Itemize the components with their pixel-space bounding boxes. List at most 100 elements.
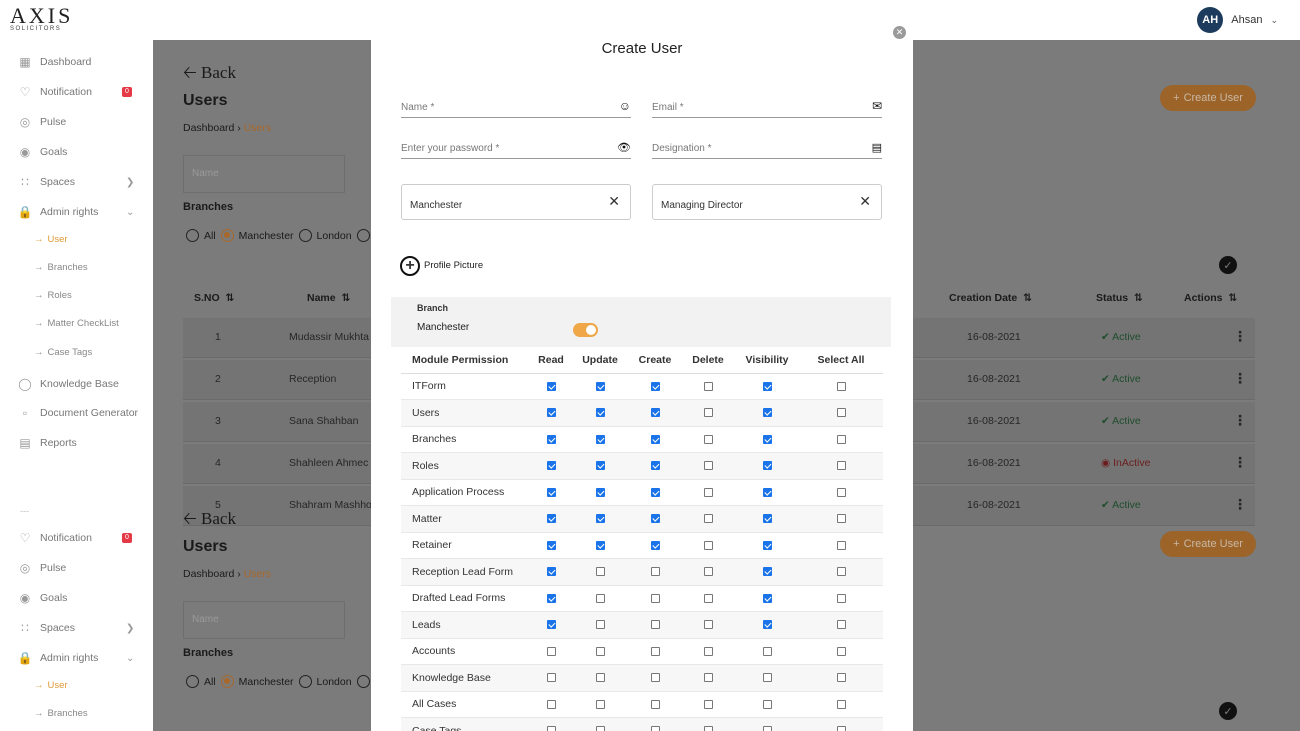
select-all-checkbox[interactable] (836, 567, 846, 577)
update-checkbox[interactable] (595, 461, 605, 471)
create-user-button-2[interactable]: + Create User (1160, 531, 1256, 557)
close-icon[interactable]: ✕ (893, 26, 906, 39)
sidebar-item-goals[interactable]: ◉ Goals (18, 145, 68, 159)
create-checkbox[interactable] (650, 487, 660, 497)
clear-icon[interactable]: ✕ (859, 193, 871, 210)
check-circle-icon[interactable]: ✓ (1219, 256, 1237, 274)
update-checkbox[interactable] (595, 593, 605, 603)
clear-icon[interactable]: ✕ (608, 193, 620, 210)
read-checkbox[interactable] (546, 567, 556, 577)
radio-manchester-2[interactable] (220, 675, 234, 688)
visibility-checkbox[interactable] (762, 567, 772, 577)
select-all-checkbox[interactable] (836, 487, 846, 497)
visibility-checkbox[interactable] (762, 461, 772, 471)
update-checkbox[interactable] (595, 646, 605, 656)
more-vertical-icon[interactable]: ⋮ (1233, 496, 1247, 513)
crumb-home[interactable]: Dashboard (183, 122, 234, 134)
select-all-checkbox[interactable] (836, 593, 846, 603)
profile-picture-label[interactable]: Profile Picture (424, 260, 483, 271)
delete-checkbox[interactable] (703, 487, 713, 497)
read-checkbox[interactable] (546, 381, 556, 391)
select-all-checkbox[interactable] (836, 646, 846, 656)
more-vertical-icon[interactable]: ⋮ (1233, 412, 1247, 429)
read-checkbox[interactable] (546, 646, 556, 656)
visibility-checkbox[interactable] (762, 408, 772, 418)
update-checkbox[interactable] (595, 434, 605, 444)
delete-checkbox[interactable] (703, 461, 713, 471)
sidebar-item-roles[interactable]: → Roles (34, 290, 72, 301)
sidebar-lower-item-user[interactable]: → User (34, 680, 68, 691)
update-checkbox[interactable] (595, 381, 605, 391)
sidebar-item-reports[interactable]: ▤ Reports (18, 436, 76, 450)
visibility-checkbox[interactable] (762, 726, 772, 731)
create-checkbox[interactable] (650, 434, 660, 444)
sidebar-lower-item-notification[interactable]: ♡ Notification 0 (18, 531, 132, 545)
delete-checkbox[interactable] (703, 699, 713, 709)
read-checkbox[interactable] (546, 487, 556, 497)
delete-checkbox[interactable] (703, 540, 713, 550)
read-checkbox[interactable] (546, 540, 556, 550)
create-checkbox[interactable] (650, 540, 660, 550)
delete-checkbox[interactable] (703, 620, 713, 630)
avatar[interactable]: AH (1197, 7, 1224, 33)
delete-checkbox[interactable] (703, 514, 713, 524)
visibility-checkbox[interactable] (762, 434, 772, 444)
sidebar-item-admin-rights[interactable]: 🔒 Admin rights ⌄ (18, 205, 135, 219)
sidebar-item-user[interactable]: → User (34, 234, 68, 245)
visibility-checkbox[interactable] (762, 673, 772, 683)
col-status[interactable]: Status ⇅ (1096, 292, 1143, 304)
sidebar-lower-item-spaces[interactable]: ∷ Spaces ❯ (18, 621, 134, 635)
select-all-checkbox[interactable] (836, 434, 846, 444)
branch-toggle[interactable] (573, 323, 598, 337)
update-checkbox[interactable] (595, 540, 605, 550)
sidebar-item-knowledge-base[interactable]: ◯ Knowledge Base (18, 377, 119, 391)
create-checkbox[interactable] (650, 699, 660, 709)
visibility-checkbox[interactable] (762, 699, 772, 709)
more-vertical-icon[interactable]: ⋮ (1233, 328, 1247, 345)
sidebar-item-document-generator[interactable]: ▫ Document Generator (18, 406, 138, 420)
visibility-checkbox[interactable] (762, 487, 772, 497)
select-all-checkbox[interactable] (836, 408, 846, 418)
add-profile-picture-icon[interactable]: + (400, 256, 420, 276)
update-checkbox[interactable] (595, 514, 605, 524)
col-creation-date[interactable]: Creation Date ⇅ (949, 292, 1032, 304)
password-field[interactable]: Enter your password * 👁 (401, 135, 631, 159)
read-checkbox[interactable] (546, 673, 556, 683)
role-select[interactable]: Managing Director ✕ (652, 184, 882, 220)
crumb-home-2[interactable]: Dashboard (183, 568, 234, 580)
select-all-checkbox[interactable] (836, 461, 846, 471)
more-vertical-icon[interactable]: ⋮ (1233, 370, 1247, 387)
col-sno[interactable]: S.NO ⇅ (194, 292, 234, 304)
read-checkbox[interactable] (546, 408, 556, 418)
radio-other[interactable] (356, 229, 370, 242)
create-checkbox[interactable] (650, 593, 660, 603)
delete-checkbox[interactable] (703, 726, 713, 731)
radio-manchester[interactable] (220, 229, 234, 242)
eye-off-icon[interactable]: 👁 (617, 141, 631, 154)
sidebar-item-dashboard[interactable]: ▦ Dashboard (18, 55, 91, 69)
update-checkbox[interactable] (595, 408, 605, 418)
sidebar-lower-item-branches[interactable]: → Branches (34, 708, 88, 719)
radio-all[interactable] (186, 229, 199, 242)
sidebar-item-notification[interactable]: ♡ Notification 0 (18, 85, 132, 99)
update-checkbox[interactable] (595, 567, 605, 577)
create-checkbox[interactable] (650, 726, 660, 731)
create-checkbox[interactable] (650, 567, 660, 577)
create-checkbox[interactable] (650, 673, 660, 683)
create-checkbox[interactable] (650, 620, 660, 630)
select-all-checkbox[interactable] (836, 381, 846, 391)
radio-london-2[interactable] (298, 675, 312, 688)
select-all-checkbox[interactable] (836, 726, 846, 731)
read-checkbox[interactable] (546, 593, 556, 603)
select-all-checkbox[interactable] (836, 540, 846, 550)
branch-select[interactable]: Manchester ✕ (401, 184, 631, 220)
create-checkbox[interactable] (650, 646, 660, 656)
delete-checkbox[interactable] (703, 567, 713, 577)
visibility-checkbox[interactable] (762, 540, 772, 550)
visibility-checkbox[interactable] (762, 381, 772, 391)
email-field[interactable]: Email * ✉ (652, 94, 882, 118)
sidebar-item-spaces[interactable]: ∷ Spaces ❯ (18, 175, 134, 189)
read-checkbox[interactable] (546, 726, 556, 731)
create-checkbox[interactable] (650, 381, 660, 391)
read-checkbox[interactable] (546, 461, 556, 471)
